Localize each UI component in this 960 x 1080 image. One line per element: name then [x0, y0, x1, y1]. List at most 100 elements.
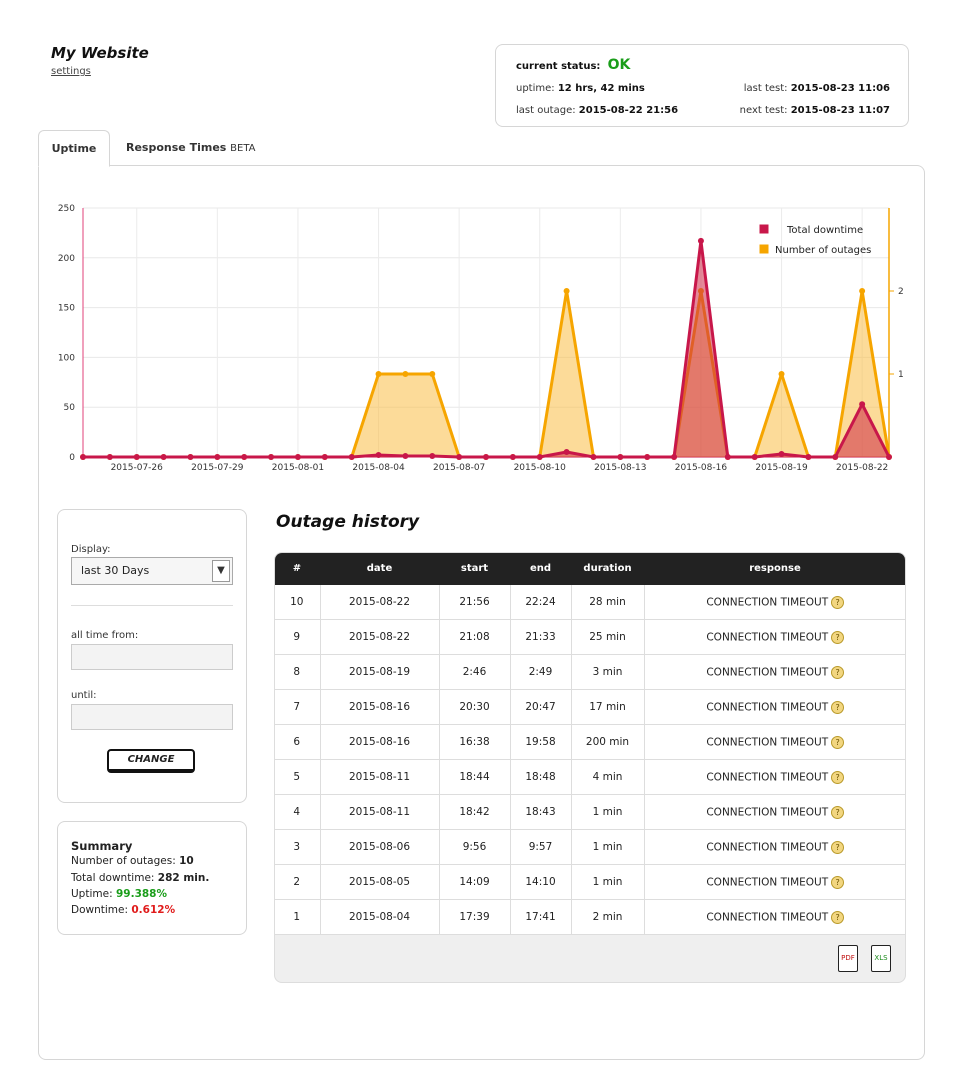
- display-select[interactable]: last 30 Days ▼: [71, 557, 233, 585]
- cell-number-text: 7: [293, 701, 301, 713]
- cell-start: 21:56: [439, 585, 511, 620]
- data-point: [429, 453, 436, 460]
- summary-outages-value: 10: [179, 855, 194, 867]
- column-header-end[interactable]: end: [510, 553, 571, 585]
- summary-title: Summary: [71, 839, 133, 853]
- beta-badge: BETA: [230, 143, 256, 154]
- cell-start-text: 17:39: [459, 911, 490, 923]
- cell-start-text: 2:46: [462, 666, 487, 678]
- question-mark-icon[interactable]: ?: [831, 770, 845, 784]
- cell-number-text: 5: [293, 771, 301, 783]
- last-outage-label: last outage:: [516, 105, 576, 116]
- column-header-duration[interactable]: duration: [571, 553, 644, 585]
- y-left-tick-label: 100: [58, 353, 75, 363]
- y-left-tick-label: 50: [64, 403, 76, 413]
- question-mark-icon[interactable]: ?: [831, 735, 845, 749]
- data-point: [214, 454, 221, 460]
- data-point: [805, 454, 812, 460]
- cell-response: CONNECTION TIMEOUT?: [644, 724, 905, 760]
- from-date-input[interactable]: [71, 644, 233, 670]
- cell-number: 9: [275, 619, 321, 655]
- cell-end-text: 17:41: [525, 911, 556, 923]
- cell-number-text: 3: [293, 841, 301, 853]
- question-mark-icon[interactable]: ?: [831, 805, 845, 819]
- cell-start-text: 18:44: [459, 771, 490, 783]
- x-tick-label: 2015-08-22: [836, 463, 888, 473]
- cell-date: 2015-08-11: [320, 794, 440, 830]
- xls-export-icon[interactable]: XLS: [871, 945, 891, 972]
- question-mark-icon[interactable]: ?: [831, 630, 845, 644]
- tab-response-times[interactable]: Response Times BETA: [126, 130, 256, 165]
- cell-end: 17:41: [510, 899, 572, 935]
- next-test-info: next test: 2015-08-23 11:07: [740, 105, 890, 116]
- tab-uptime[interactable]: Uptime: [38, 130, 110, 167]
- cell-date-text: 2015-08-22: [348, 631, 411, 643]
- cell-start: 16:38: [439, 724, 511, 760]
- cell-duration: 1 min: [571, 794, 645, 830]
- cell-duration-text: 1 min: [592, 876, 623, 888]
- question-mark-icon[interactable]: ?: [831, 875, 845, 889]
- cell-number-text: 9: [293, 631, 301, 643]
- data-point: [80, 454, 86, 460]
- y-left-tick-label: 250: [58, 204, 75, 214]
- cell-response: CONNECTION TIMEOUT?: [644, 654, 905, 690]
- cell-number: 1: [275, 899, 321, 935]
- summary-downtime-pct: Downtime: 0.612%: [71, 904, 175, 916]
- column-header-response[interactable]: response: [644, 553, 905, 585]
- cell-end-text: 14:10: [525, 876, 556, 888]
- table-row: 6 2015-08-16 16:38 19:58 200 min CONNECTION T…: [275, 724, 905, 760]
- cell-date: 2015-08-11: [320, 759, 440, 795]
- display-label: Display:: [71, 544, 111, 555]
- until-label: until:: [71, 690, 97, 701]
- cell-end: 14:10: [510, 864, 572, 900]
- x-tick-label: 2015-08-01: [272, 463, 324, 473]
- display-select-value: last 30 Days: [81, 564, 150, 577]
- table-row: 7 2015-08-16 20:30 20:47 17 min CONNECTION TI…: [275, 689, 905, 725]
- series-area-number-of-outages: [83, 291, 889, 457]
- y-left-tick-label: 0: [69, 453, 75, 463]
- cell-number-text: 10: [290, 596, 304, 608]
- data-point: [724, 454, 731, 460]
- data-point: [778, 451, 785, 458]
- cell-duration-text: 2 min: [592, 911, 623, 923]
- column-header-start[interactable]: start: [439, 553, 510, 585]
- data-point: [671, 454, 678, 460]
- column-header-date[interactable]: date: [320, 553, 439, 585]
- data-point: [536, 454, 543, 460]
- table-row: 5 2015-08-11 18:44 18:48 4 min CONNECTION TIM…: [275, 759, 905, 795]
- question-mark-icon[interactable]: ?: [831, 665, 845, 679]
- x-tick-label: 2015-08-07: [433, 463, 485, 473]
- cell-number-text: 2: [293, 876, 301, 888]
- data-point: [241, 454, 248, 460]
- question-mark-icon[interactable]: ?: [831, 595, 845, 609]
- cell-date: 2015-08-16: [320, 689, 440, 725]
- summary-downtime-pct-value: 0.612%: [131, 904, 176, 916]
- filter-box: Display: last 30 Days ▼ all time from: u…: [57, 509, 247, 803]
- table-row: 2 2015-08-05 14:09 14:10 1 min CONNECTION TIM…: [275, 864, 905, 900]
- cell-duration: 3 min: [571, 654, 645, 690]
- change-button[interactable]: CHANGE: [107, 749, 195, 773]
- y-left-tick-label: 150: [58, 304, 75, 314]
- data-point: [268, 454, 275, 460]
- column-header-number[interactable]: #: [275, 553, 320, 585]
- cell-duration: 1 min: [571, 829, 645, 865]
- cell-start-text: 9:56: [462, 841, 487, 853]
- cell-duration: 2 min: [571, 899, 645, 935]
- table-row: 10 2015-08-22 21:56 22:24 28 min CONNECTION T…: [275, 585, 905, 620]
- pdf-export-icon[interactable]: PDF: [838, 945, 858, 972]
- question-mark-icon[interactable]: ?: [831, 700, 845, 714]
- until-date-input[interactable]: [71, 704, 233, 730]
- question-mark-icon[interactable]: ?: [831, 840, 845, 854]
- cell-response-text: CONNECTION TIMEOUT: [706, 841, 829, 853]
- cell-response: CONNECTION TIMEOUT?: [644, 759, 905, 795]
- settings-link[interactable]: settings: [51, 66, 91, 77]
- next-test-value: 2015-08-23 11:07: [790, 105, 890, 116]
- cell-date-text: 2015-08-05: [348, 876, 411, 888]
- cell-response-text: CONNECTION TIMEOUT: [706, 631, 829, 643]
- question-mark-icon[interactable]: ?: [831, 910, 845, 924]
- current-status: current status: OK: [516, 57, 630, 73]
- legend-label: Total downtime: [786, 225, 863, 236]
- cell-date-text: 2015-08-22: [348, 596, 411, 608]
- cell-number-text: 8: [293, 666, 301, 678]
- summary-downtime-pct-label: Downtime:: [71, 904, 129, 916]
